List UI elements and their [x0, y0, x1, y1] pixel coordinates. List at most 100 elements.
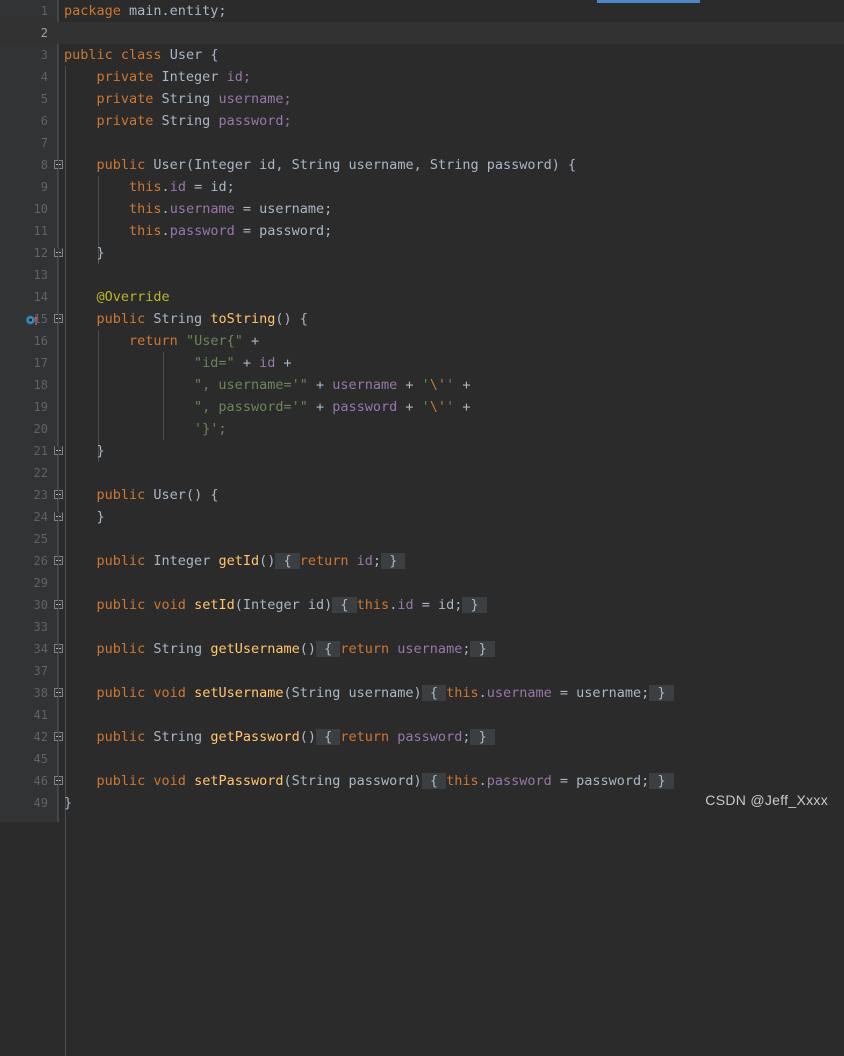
code-line[interactable]: 37 — [0, 660, 844, 682]
folded-code-placeholder[interactable]: { — [332, 597, 357, 613]
code-token: , — [413, 157, 430, 173]
folded-code-placeholder[interactable]: { — [421, 773, 447, 789]
code-token: + — [454, 399, 471, 415]
folded-code-placeholder[interactable]: } — [381, 553, 406, 569]
folded-code-placeholder[interactable]: { — [421, 685, 447, 701]
code-line[interactable]: 15 public String toString() { — [0, 308, 844, 330]
line-content: "id=" + id + — [64, 352, 292, 374]
code-line[interactable]: 4 private Integer id; — [0, 66, 844, 88]
code-token: String — [291, 157, 349, 173]
line-number: 30 — [33, 598, 48, 612]
code-token: ' — [421, 399, 430, 415]
code-token: private — [96, 69, 162, 85]
code-token: + — [397, 399, 422, 415]
code-line[interactable]: 33 — [0, 616, 844, 638]
code-line[interactable]: 34 public String getUsername() { return … — [0, 638, 844, 660]
code-line[interactable]: 14 @Override — [0, 286, 844, 308]
code-line[interactable]: 9 this.id = id; — [0, 176, 844, 198]
code-line[interactable]: 8 public User(Integer id, String usernam… — [0, 154, 844, 176]
code-token: \' — [429, 399, 447, 415]
code-token: id; — [210, 179, 235, 195]
code-line[interactable]: 25 — [0, 528, 844, 550]
code-line[interactable]: 5 private String username; — [0, 88, 844, 110]
code-token: package — [64, 3, 130, 19]
code-line[interactable]: 11 this.password = password; — [0, 220, 844, 242]
code-token: public — [96, 311, 154, 327]
code-token: getPassword — [210, 729, 300, 745]
code-line[interactable]: 6 private String password; — [0, 110, 844, 132]
line-number: 7 — [40, 136, 48, 150]
folded-code-placeholder[interactable]: } — [649, 685, 674, 701]
code-line[interactable]: 16 return "User{" + — [0, 330, 844, 352]
line-content: this.username = username; — [64, 198, 332, 220]
code-line[interactable]: 10 this.username = username; — [0, 198, 844, 220]
folded-code-placeholder[interactable]: { — [316, 641, 341, 657]
line-number: 49 — [33, 796, 48, 810]
code-token: password — [332, 399, 398, 415]
code-line[interactable]: 22 — [0, 462, 844, 484]
folded-code-placeholder[interactable]: { — [316, 729, 341, 745]
code-line[interactable]: 24 } — [0, 506, 844, 528]
code-token: username; — [576, 685, 650, 701]
line-content: public class User { — [64, 44, 218, 66]
code-line[interactable]: 19 ", password='" + password + '\'' + — [0, 396, 844, 418]
code-line[interactable]: 17 "id=" + id + — [0, 352, 844, 374]
code-line[interactable]: 38 public void setUsername(String userna… — [0, 682, 844, 704]
code-line[interactable]: 42 public String getPassword() { return … — [0, 726, 844, 748]
code-token: void — [153, 685, 195, 701]
code-token: password; — [259, 223, 333, 239]
folded-code-placeholder[interactable]: } — [649, 773, 674, 789]
code-token: username — [169, 201, 235, 217]
code-line[interactable]: 12 } — [0, 242, 844, 264]
line-number: 1 — [40, 4, 48, 18]
code-line[interactable]: 46 public void setPassword(String passwo… — [0, 770, 844, 792]
line-content: @Override — [64, 286, 170, 308]
line-number: 22 — [33, 466, 48, 480]
code-token: String — [153, 729, 211, 745]
code-editor[interactable]: 1 package main.entity; 2 3 public class User… — [0, 0, 844, 1056]
code-line[interactable]: 1 package main.entity; — [0, 0, 844, 22]
code-line[interactable]: 26 public Integer getId() { return id; } — [0, 550, 844, 572]
code-line[interactable]: 30 public void setId(Integer id) { this.… — [0, 594, 844, 616]
code-line[interactable]: 3 public class User { — [0, 44, 844, 66]
code-token: () — [299, 641, 316, 657]
code-line[interactable]: 13 — [0, 264, 844, 286]
line-content: ", username='" + username + '\'' + — [64, 374, 470, 396]
line-number: 34 — [33, 642, 48, 656]
code-token: void — [153, 597, 195, 613]
folded-code-placeholder[interactable]: { — [275, 553, 300, 569]
code-token: \' — [429, 377, 447, 393]
code-token: getId — [218, 553, 260, 569]
line-number: 9 — [40, 180, 48, 194]
code-line[interactable]: 45 — [0, 748, 844, 770]
code-token: username — [348, 685, 414, 701]
line-content: private Integer id; — [64, 66, 251, 88]
line-content: } — [64, 506, 105, 528]
code-line[interactable]: 2 — [0, 22, 844, 44]
code-line[interactable]: 18 ", username='" + username + '\'' + — [0, 374, 844, 396]
folded-code-placeholder[interactable]: } — [462, 597, 487, 613]
code-token: = — [234, 201, 260, 217]
editor-lines[interactable]: 1 package main.entity; 2 3 public class User… — [0, 0, 844, 814]
code-token: id — [397, 597, 414, 613]
line-number: 5 — [40, 92, 48, 106]
code-line[interactable]: 41 — [0, 704, 844, 726]
code-token: = — [234, 223, 260, 239]
code-token: password — [486, 773, 552, 789]
watermark: CSDN @Jeff_Xxxx — [705, 792, 828, 808]
code-token: String — [153, 641, 211, 657]
code-token: ( — [234, 597, 243, 613]
code-line[interactable]: 21 } — [0, 440, 844, 462]
code-line[interactable]: 23 public User() { — [0, 484, 844, 506]
code-line[interactable]: 7 — [0, 132, 844, 154]
code-token: . — [161, 223, 170, 239]
line-number: 8 — [40, 158, 48, 172]
code-line[interactable]: 29 — [0, 572, 844, 594]
line-number: 14 — [33, 290, 48, 304]
code-token: username; — [218, 91, 292, 107]
code-line[interactable]: 20 '}'; — [0, 418, 844, 440]
code-token: public — [96, 685, 154, 701]
folded-code-placeholder[interactable]: } — [470, 729, 495, 745]
code-token: + — [234, 355, 260, 371]
folded-code-placeholder[interactable]: } — [470, 641, 495, 657]
